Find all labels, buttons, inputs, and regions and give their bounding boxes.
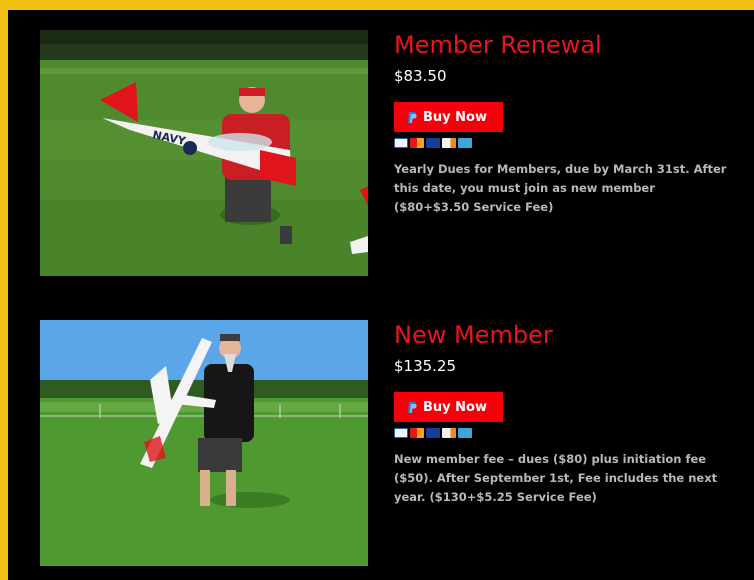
product-info-new-member: New Member $135.25 Buy Now New member fe… [394, 320, 734, 507]
product-photo-new-member [40, 320, 368, 566]
page-frame: NAVY Member Renewal $83.50 Buy Now Yearl… [8, 10, 754, 580]
product-description: New member fee – dues ($80) plus initiat… [394, 452, 718, 504]
paypal-icon [408, 401, 417, 413]
product-member-renewal: NAVY Member Renewal $83.50 Buy Now Yearl… [8, 10, 754, 300]
product-title: New Member [394, 321, 553, 349]
product-info-renewal: Member Renewal $83.50 Buy Now Yearly Due… [394, 30, 734, 217]
buy-now-button[interactable]: Buy Now [394, 102, 503, 132]
product-title: Member Renewal [394, 31, 602, 59]
amex-card-icon [458, 428, 472, 438]
discover-card-icon [442, 138, 456, 148]
buy-now-button[interactable]: Buy Now [394, 392, 503, 422]
paypal-card-icon [394, 138, 408, 148]
buy-now-label: Buy Now [423, 399, 487, 415]
amex-card-icon [458, 138, 472, 148]
product-photo-renewal: NAVY [40, 30, 368, 276]
product-description: Yearly Dues for Members, due by March 31… [394, 162, 727, 214]
buy-now-label: Buy Now [423, 109, 487, 125]
mastercard-icon [410, 138, 424, 148]
payment-cards [394, 428, 734, 438]
paypal-icon [408, 111, 417, 123]
payment-cards [394, 138, 734, 148]
product-price: $135.25 [394, 357, 457, 375]
visa-card-icon [426, 138, 440, 148]
paypal-card-icon [394, 428, 408, 438]
visa-card-icon [426, 428, 440, 438]
product-price: $83.50 [394, 67, 447, 85]
discover-card-icon [442, 428, 456, 438]
mastercard-icon [410, 428, 424, 438]
product-new-member: New Member $135.25 Buy Now New member fe… [8, 300, 754, 580]
